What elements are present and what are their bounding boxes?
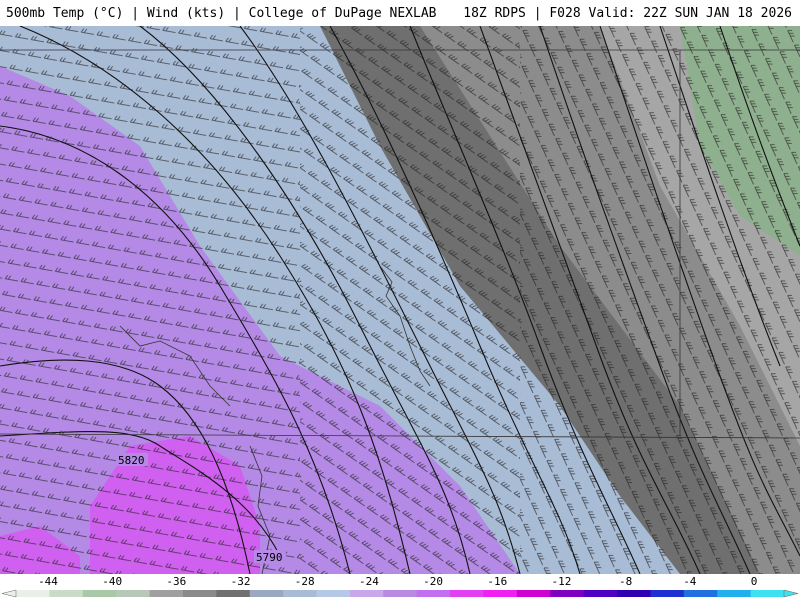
- colorbar-swatch: [283, 590, 318, 597]
- colorbar-swatch: [650, 590, 685, 597]
- colorbar-swatch: [550, 590, 585, 597]
- wind-barbs-central: [300, 26, 520, 574]
- colorbar-swatch: [349, 590, 384, 597]
- contour-label-5790: 5790: [256, 551, 283, 564]
- colorbar-swatch: [49, 590, 84, 597]
- wind-barbs-west: [0, 26, 300, 574]
- colorbar-tick-label: -40: [102, 575, 122, 588]
- contour-label-5820: 5820: [118, 454, 145, 467]
- colorbar-tick-label: -12: [552, 575, 572, 588]
- colorbar-tick-label: -44: [38, 575, 58, 588]
- product-title: 500mb Temp (°C) | Wind (kts) | College o…: [6, 6, 437, 21]
- colorbar-swatch: [82, 590, 117, 597]
- colorbar-swatch: [149, 590, 184, 597]
- colorbar-swatch: [182, 590, 217, 597]
- colorbar-swatch: [583, 590, 618, 597]
- colorbar-tick-label: -32: [231, 575, 251, 588]
- colorbar-tick-label: 0: [751, 575, 758, 588]
- colorbar-swatch: [416, 590, 451, 597]
- colorbar-swatch: [750, 590, 785, 597]
- colorbar-swatch: [249, 590, 284, 597]
- colorbar-tick-label: -36: [166, 575, 186, 588]
- colorbar-swatch: [383, 590, 418, 597]
- colorbar-tick-label: -28: [295, 575, 315, 588]
- colorbar-swatch: [683, 590, 718, 597]
- map-panel: 5820 5790: [0, 26, 800, 574]
- colorbar-tick-label: -20: [423, 575, 443, 588]
- colorbar-tick-label: -24: [359, 575, 379, 588]
- weather-map: 5820 5790: [0, 26, 800, 574]
- colorbar-tick-label: -8: [619, 575, 632, 588]
- colorbar-svg: -44 -40 -36 -32 -28 -24 -20 -16 -12 -8 -4 0: [1, 575, 799, 598]
- colorbar-swatch: [717, 590, 752, 597]
- run-valid-time: 18Z RDPS | F028 Valid: 22Z SUN JAN 18 20…: [463, 6, 792, 21]
- colorbar-swatch: [617, 590, 651, 597]
- colorbar-swatch: [483, 590, 518, 597]
- colorbar-swatch: [216, 590, 251, 597]
- colorbar-max-arrow: [783, 589, 799, 598]
- colorbar-swatch: [450, 590, 484, 597]
- colorbar-swatch: [516, 590, 551, 597]
- colorbar-swatches: [1, 589, 799, 598]
- color-legend: -44 -40 -36 -32 -28 -24 -20 -16 -12 -8 -4 0: [0, 574, 800, 600]
- colorbar-tick-label: -16: [487, 575, 507, 588]
- colorbar-tick-label: -4: [683, 575, 697, 588]
- colorbar-swatch: [16, 590, 50, 597]
- colorbar-tick-labels: -44 -40 -36 -32 -28 -24 -20 -16 -12 -8 -4 0: [38, 575, 757, 588]
- colorbar-min-arrow: [1, 589, 17, 598]
- colorbar-swatch: [116, 590, 151, 597]
- header-bar: 500mb Temp (°C) | Wind (kts) | College o…: [0, 0, 800, 26]
- colorbar-swatch: [316, 590, 351, 597]
